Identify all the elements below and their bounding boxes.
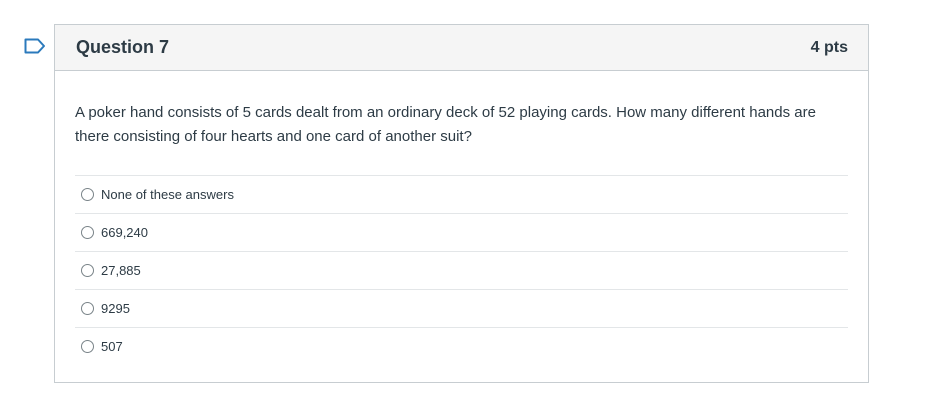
answer-option[interactable]: 507 — [75, 327, 848, 365]
radio-button[interactable] — [81, 188, 94, 201]
answer-option[interactable]: 9295 — [75, 289, 848, 327]
answer-list: None of these answers 669,240 27,885 929… — [75, 175, 848, 365]
answer-label[interactable]: None of these answers — [101, 187, 234, 202]
question-title: Question 7 — [76, 37, 170, 57]
radio-button[interactable] — [81, 302, 94, 315]
answer-label[interactable]: 669,240 — [101, 225, 148, 240]
question-body: A poker hand consists of 5 cards dealt f… — [55, 71, 868, 365]
flag-question-icon[interactable] — [24, 38, 46, 54]
radio-button[interactable] — [81, 340, 94, 353]
answer-label[interactable]: 507 — [101, 339, 123, 354]
answer-option[interactable]: None of these answers — [75, 175, 848, 213]
radio-button[interactable] — [81, 264, 94, 277]
question-text: A poker hand consists of 5 cards dealt f… — [75, 104, 816, 145]
answer-label[interactable]: 9295 — [101, 301, 130, 316]
question-card: Question 7 4 pts A poker hand consists o… — [54, 24, 869, 383]
answer-label[interactable]: 27,885 — [101, 263, 141, 278]
answer-option[interactable]: 27,885 — [75, 251, 848, 289]
question-points: 4 pts — [810, 38, 848, 56]
radio-button[interactable] — [81, 226, 94, 239]
answer-option[interactable]: 669,240 — [75, 213, 848, 251]
question-header: Question 7 4 pts — [55, 25, 868, 71]
